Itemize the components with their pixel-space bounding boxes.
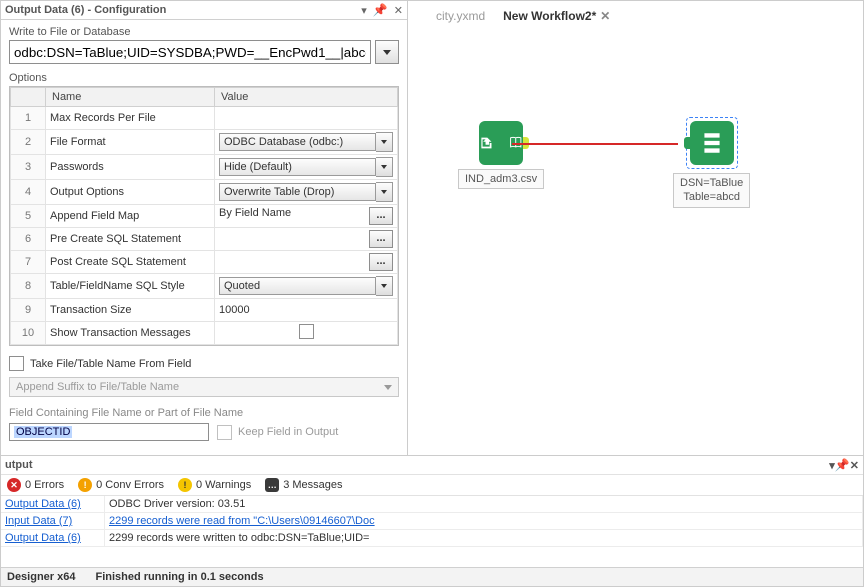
option-name: Show Transaction Messages (46, 322, 215, 345)
option-name: Table/FieldName SQL Style (46, 274, 215, 299)
take-file-checkbox[interactable] (9, 356, 24, 371)
connection-dropdown-button[interactable] (375, 40, 399, 64)
option-value[interactable]: Overwrite Table (Drop) (215, 180, 398, 205)
field-containing-label: Field Containing File Name or Part of Fi… (9, 407, 399, 419)
col-value: Value (215, 88, 398, 107)
option-name: Output Options (46, 180, 215, 205)
output-node-label: DSN=TaBlue Table=abcd (673, 173, 750, 208)
message-text: 2299 records were written to odbc:DSN=Ta… (105, 530, 863, 547)
pin-icon[interactable]: 📌 (373, 3, 388, 17)
option-name: Passwords (46, 155, 215, 180)
option-name: Post Create SQL Statement (46, 251, 215, 274)
config-panel-title: Output Data (6) - Configuration ▾ 📌 ✕ (1, 1, 407, 20)
conv-errors-status[interactable]: !0 Conv Errors (78, 478, 164, 492)
option-name: Pre Create SQL Statement (46, 228, 215, 251)
row-index: 1 (11, 107, 46, 130)
config-title-text: Output Data (6) - Configuration (5, 4, 166, 16)
output-pin-icon[interactable]: 📌 (835, 458, 850, 472)
option-value[interactable]: Hide (Default) (215, 155, 398, 180)
output-panel-title: utput ▾ 📌 ✕ (1, 456, 863, 474)
tab-close-icon[interactable]: ✕ (600, 9, 610, 23)
output-data-node[interactable] (690, 121, 734, 165)
option-value[interactable]: By Field Name... (215, 205, 398, 228)
row-index: 7 (11, 251, 46, 274)
row-index: 8 (11, 274, 46, 299)
row-index: 10 (11, 322, 46, 345)
output-close-icon[interactable]: ✕ (850, 459, 859, 472)
option-name: Max Records Per File (46, 107, 215, 130)
row-index: 9 (11, 299, 46, 322)
row-index: 6 (11, 228, 46, 251)
message-source[interactable]: Output Data (6) (1, 496, 105, 513)
connection-wire (512, 143, 678, 145)
warnings-status[interactable]: !0 Warnings (178, 478, 251, 492)
option-value[interactable] (215, 107, 398, 130)
option-name: File Format (46, 130, 215, 155)
close-icon[interactable]: ✕ (394, 4, 403, 17)
row-index: 5 (11, 205, 46, 228)
take-file-label: Take File/Table Name From Field (30, 358, 191, 370)
messages-status[interactable]: …3 Messages (265, 478, 342, 492)
input-node-label: IND_adm3.csv (458, 169, 544, 189)
message-source[interactable]: Input Data (7) (1, 513, 105, 530)
row-index: 2 (11, 130, 46, 155)
workflow-tab[interactable]: New Workflow2*✕ (495, 7, 618, 25)
append-suffix-combo: Append Suffix to File/Table Name (9, 377, 399, 397)
message-text: ODBC Driver version: 03.51 (105, 496, 863, 513)
status-bar: Designer x64 Finished running in 0.1 sec… (1, 567, 863, 586)
message-source[interactable]: Output Data (6) (1, 530, 105, 547)
option-name: Append Field Map (46, 205, 215, 228)
option-value[interactable] (215, 322, 398, 345)
connection-string-input[interactable] (9, 40, 371, 64)
options-table: Name Value 1Max Records Per File2File Fo… (9, 86, 399, 346)
workflow-tab[interactable]: city.yxmd (428, 7, 493, 25)
options-label: Options (9, 72, 399, 84)
dropdown-icon[interactable]: ▾ (361, 4, 367, 17)
message-text[interactable]: 2299 records were read from "C:\Users\09… (105, 513, 863, 530)
option-value[interactable]: ... (215, 228, 398, 251)
option-value[interactable]: Quoted (215, 274, 398, 299)
row-index: 4 (11, 180, 46, 205)
col-name: Name (46, 88, 215, 107)
row-index: 3 (11, 155, 46, 180)
errors-status[interactable]: ✕0 Errors (7, 478, 64, 492)
option-value[interactable]: ODBC Database (odbc:) (215, 130, 398, 155)
keep-field-checkbox: Keep Field in Output (217, 425, 338, 440)
option-name: Transaction Size (46, 299, 215, 322)
field-select[interactable]: OBJECTID (9, 423, 209, 441)
write-to-label: Write to File or Database (9, 26, 399, 38)
option-value[interactable]: ... (215, 251, 398, 274)
option-value[interactable]: 10000 (215, 299, 398, 322)
